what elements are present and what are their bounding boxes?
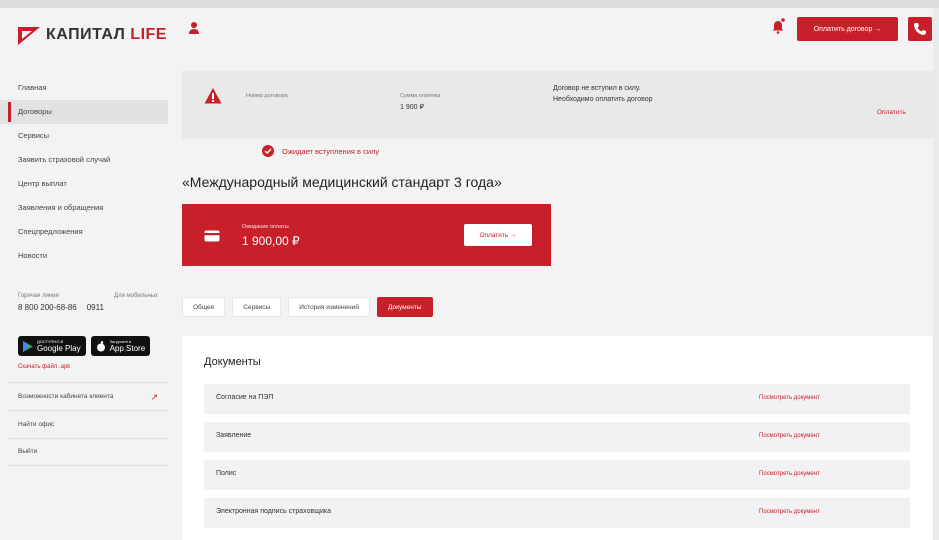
payment-amount: 1 900,00 ₽ bbox=[242, 234, 300, 248]
document-name: Полис bbox=[216, 470, 237, 477]
app-window: КАПИТАЛ LIFE Главная Договоры Сервисы За… bbox=[0, 0, 939, 540]
contract-number-label: Номер договора bbox=[246, 93, 288, 99]
contract-banner: Номер договора Сумма платежа 1 900 ₽ Дог… bbox=[182, 71, 937, 139]
sidebar-item-home[interactable]: Главная bbox=[0, 76, 168, 100]
list-item: Электронная подпись страховщика Посмотре… bbox=[204, 498, 910, 528]
page-title: «Международный медицинский стандарт 3 го… bbox=[182, 174, 502, 190]
warning-icon bbox=[204, 87, 222, 105]
logo-icon bbox=[18, 25, 40, 45]
hotline-number[interactable]: 8 800 200-68-86 bbox=[18, 303, 77, 312]
apk-download-link[interactable]: Скачать файл .apk bbox=[18, 364, 70, 370]
view-document-link[interactable]: Посмотреть документ bbox=[759, 433, 820, 439]
check-icon bbox=[262, 145, 274, 157]
payment-sum-label: Сумма платежа bbox=[400, 93, 441, 99]
card-pay-button[interactable]: Оплатить → bbox=[464, 224, 532, 246]
find-office-link[interactable]: Найти офис bbox=[18, 421, 158, 428]
google-play-label: Google Play bbox=[37, 344, 81, 353]
tab-general[interactable]: Общее bbox=[182, 297, 226, 317]
sidebar-item-payouts[interactable]: Центр выплат bbox=[0, 172, 168, 196]
banner-pay-link[interactable]: Оплатить bbox=[877, 109, 906, 116]
payment-card: Ожидание оплаты 1 900,00 ₽ Оплатить → bbox=[182, 204, 551, 266]
top-strip bbox=[0, 0, 939, 8]
tab-history[interactable]: История изменений bbox=[288, 297, 370, 317]
list-item: Согласие на ПЭП Посмотреть документ bbox=[204, 384, 910, 414]
tab-services[interactable]: Сервисы bbox=[232, 297, 282, 317]
mobile-number[interactable]: 0911 bbox=[87, 303, 104, 312]
scrollbar[interactable] bbox=[933, 8, 939, 540]
app-store-button[interactable]: Загрузите в App Store bbox=[90, 336, 151, 356]
sidebar-item-services[interactable]: Сервисы bbox=[0, 124, 168, 148]
phone-icon bbox=[914, 23, 926, 35]
status-badge: Ожидает вступления в силу bbox=[262, 145, 379, 157]
document-name: Электронная подпись страховщика bbox=[216, 508, 331, 515]
apple-icon bbox=[96, 340, 105, 351]
document-name: Согласие на ПЭП bbox=[216, 394, 274, 401]
sidebar-item-claim[interactable]: Заявить страховой случай bbox=[0, 148, 168, 172]
google-play-icon bbox=[23, 340, 33, 352]
logo-accent: LIFE bbox=[130, 26, 167, 43]
sidebar-divider bbox=[8, 438, 168, 439]
logo-name: КАПИТАЛ bbox=[46, 26, 131, 43]
sidebar-divider bbox=[8, 382, 168, 383]
view-document-link[interactable]: Посмотреть документ bbox=[759, 509, 820, 515]
sidebar-divider bbox=[8, 465, 168, 466]
sidebar-item-requests[interactable]: Заявления и обращения bbox=[0, 196, 168, 220]
features-link[interactable]: Возможности кабинета клиента ↗ bbox=[18, 392, 158, 402]
sidebar-divider bbox=[8, 410, 168, 411]
mobile-label: Для мобильных bbox=[114, 293, 158, 299]
phone-button[interactable] bbox=[908, 17, 932, 41]
payment-status-label: Ожидание оплаты bbox=[242, 224, 289, 230]
sidebar-nav: Главная Договоры Сервисы Заявить страхов… bbox=[0, 76, 168, 268]
logout-link[interactable]: Выйти bbox=[18, 448, 158, 455]
tab-documents[interactable]: Документы bbox=[377, 297, 433, 317]
user-icon[interactable] bbox=[188, 21, 200, 35]
view-document-link[interactable]: Посмотреть документ bbox=[759, 395, 820, 401]
pay-contract-button[interactable]: Оплатить договор → bbox=[797, 17, 898, 41]
documents-panel: Документы Согласие на ПЭП Посмотреть док… bbox=[182, 336, 933, 540]
contract-tabs: Общее Сервисы История изменений Документ… bbox=[182, 297, 433, 317]
bell-icon[interactable] bbox=[771, 18, 785, 34]
sidebar-item-contracts[interactable]: Договоры bbox=[0, 100, 168, 124]
status-text: Ожидает вступления в силу bbox=[282, 146, 380, 156]
document-name: Заявление bbox=[216, 432, 252, 439]
sidebar-item-news[interactable]: Новости bbox=[0, 244, 168, 268]
list-item: Полис Посмотреть документ bbox=[204, 460, 910, 490]
logo[interactable]: КАПИТАЛ LIFE bbox=[18, 22, 167, 48]
list-item: Заявление Посмотреть документ bbox=[204, 422, 910, 452]
app-store-label: App Store bbox=[109, 344, 146, 353]
documents-title: Документы bbox=[204, 356, 261, 368]
logo-text: КАПИТАЛ LIFE bbox=[46, 26, 167, 44]
external-arrow-icon: ↗ bbox=[150, 392, 158, 402]
hotline-block: Горячая линия Для мобильных 8 800 200-68… bbox=[18, 293, 158, 312]
sidebar: КАПИТАЛ LIFE Главная Договоры Сервисы За… bbox=[0, 8, 168, 540]
hotline-label: Горячая линия bbox=[18, 293, 59, 299]
banner-message: Договор не вступил в силу. Необходимо оп… bbox=[553, 85, 653, 103]
view-document-link[interactable]: Посмотреть документ bbox=[759, 471, 820, 477]
app-stores: ДОСТУПНО В Google Play Загрузите в App S… bbox=[18, 336, 151, 356]
sidebar-item-offers[interactable]: Спецпредложения bbox=[0, 220, 168, 244]
features-link-label: Возможности кабинета клиента bbox=[18, 393, 114, 400]
google-play-button[interactable]: ДОСТУПНО В Google Play bbox=[18, 336, 86, 356]
payment-sum-value: 1 900 ₽ bbox=[400, 104, 424, 111]
wallet-icon bbox=[204, 229, 220, 242]
